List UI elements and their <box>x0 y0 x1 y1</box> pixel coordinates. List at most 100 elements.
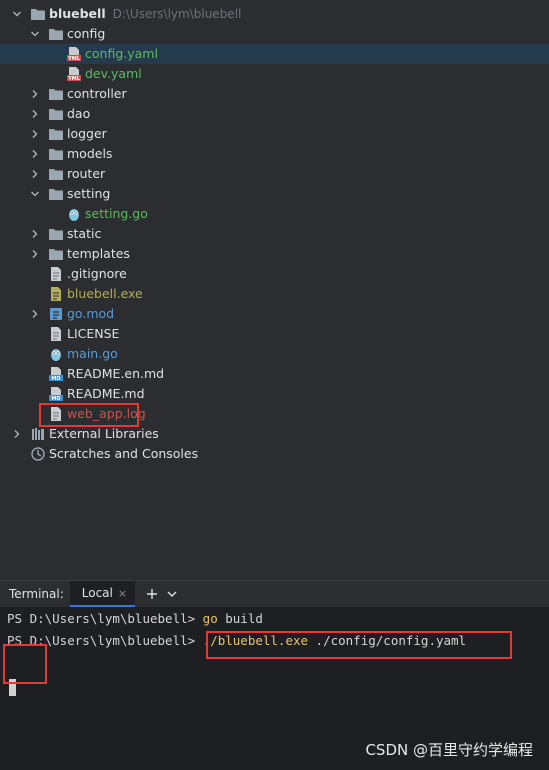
tree-item-templates[interactable]: templates <box>0 244 549 264</box>
tree-item-logger[interactable]: logger <box>0 124 549 144</box>
tree-item-models[interactable]: models <box>0 144 549 164</box>
svg-text:MD: MD <box>51 396 60 402</box>
tree-item-config[interactable]: config <box>0 24 549 44</box>
go-gopher-icon <box>48 346 64 362</box>
tree-item-main-go[interactable]: main.go <box>0 344 549 364</box>
tree-item-readme-en-md[interactable]: MD README.en.md <box>0 364 549 384</box>
tree-item-label: config.yaml <box>85 46 158 61</box>
watermark: CSDN @百里守约学编程 <box>365 741 533 759</box>
new-terminal-button[interactable] <box>143 585 161 603</box>
tree-item-label: Scratches and Consoles <box>49 446 199 461</box>
text-file-icon <box>48 406 64 422</box>
yaml-file-icon: YML <box>66 46 82 62</box>
terminal-prompt: PS D:\Users\lym\bluebell> <box>7 611 203 626</box>
tree-item-label: templates <box>67 246 130 261</box>
terminal-command: go <box>202 611 218 626</box>
tree-item-external-libraries[interactable]: External Libraries <box>0 424 549 444</box>
chevron-right-icon[interactable] <box>30 89 40 99</box>
tree-item-label: static <box>67 226 102 241</box>
folder-icon <box>48 186 64 202</box>
tree-item-label: logger <box>67 126 107 141</box>
chevron-right-icon[interactable] <box>30 169 40 179</box>
tree-item-license[interactable]: LICENSE <box>0 324 549 344</box>
libraries-icon <box>30 426 46 442</box>
folder-icon <box>48 106 64 122</box>
tree-item-label: bluebell.exe <box>67 286 143 301</box>
tab-local[interactable]: Local × <box>69 581 136 607</box>
tree-item-label: go.mod <box>67 306 115 321</box>
go-mod-icon <box>48 306 64 322</box>
tree-item-controller[interactable]: controller <box>0 84 549 104</box>
tree-item-label: web_app.log <box>67 406 146 421</box>
tree-item-dao[interactable]: dao <box>0 104 549 124</box>
tree-item-setting-go[interactable]: setting.go <box>0 204 549 224</box>
scratches-icon <box>30 446 46 462</box>
tree-item-label: README.en.md <box>67 366 165 381</box>
text-file-icon <box>48 326 64 342</box>
close-icon[interactable]: × <box>118 587 127 600</box>
chevron-right-icon[interactable] <box>30 309 40 319</box>
terminal-args: build <box>217 611 263 626</box>
tree-item-config-yaml[interactable]: YML config.yaml <box>0 44 549 64</box>
terminal-cursor <box>9 679 16 696</box>
chevron-right-icon[interactable] <box>30 129 40 139</box>
folder-icon <box>48 86 64 102</box>
folder-icon <box>48 146 64 162</box>
tree-item-gitignore[interactable]: .gitignore <box>0 264 549 284</box>
project-tree: bluebell D:\Users\lym\bluebell config YML… <box>0 4 549 476</box>
chevron-right-icon[interactable] <box>30 249 40 259</box>
go-gopher-icon <box>66 206 82 222</box>
tree-item-label: LICENSE <box>67 326 120 341</box>
yaml-file-icon: YML <box>66 66 82 82</box>
tree-item-label: config <box>67 26 106 41</box>
chevron-down-icon[interactable] <box>30 29 40 39</box>
project-name: bluebell <box>49 6 106 21</box>
tree-root-bluebell[interactable]: bluebell D:\Users\lym\bluebell <box>0 4 549 24</box>
tree-item-web-app-log[interactable]: web_app.log <box>0 404 549 424</box>
tree-item-go-mod[interactable]: go.mod <box>0 304 549 324</box>
folder-icon <box>30 6 46 22</box>
chevron-down-icon[interactable] <box>12 9 22 19</box>
tree-item-label: README.md <box>67 386 145 401</box>
chevron-right-icon[interactable] <box>30 109 40 119</box>
tree-item-readme-md[interactable]: MD README.md <box>0 384 549 404</box>
chevron-down-icon <box>167 591 177 597</box>
tree-item-static[interactable]: static <box>0 224 549 244</box>
folder-icon <box>48 246 64 262</box>
terminal-prompt: PS D:\Users\lym\bluebell> <box>7 633 203 648</box>
tree-item-label: dao <box>67 106 91 121</box>
svg-text:YML: YML <box>67 56 81 62</box>
chevron-down-icon[interactable] <box>30 189 40 199</box>
tree-item-dev-yaml[interactable]: YML dev.yaml <box>0 64 549 84</box>
terminal-command: ./bluebell.exe <box>202 633 309 648</box>
plus-icon <box>147 589 158 599</box>
terminal-dropdown-button[interactable] <box>163 585 181 603</box>
text-file-icon <box>48 266 64 282</box>
tree-item-label: main.go <box>67 346 118 361</box>
tab-local-label: Local <box>81 586 113 600</box>
folder-icon <box>48 226 64 242</box>
tree-item-bluebell-exe[interactable]: bluebell.exe <box>0 284 549 304</box>
terminal-line: PS D:\Users\lym\bluebell> ./bluebell.exe… <box>7 632 466 650</box>
tree-item-setting[interactable]: setting <box>0 184 549 204</box>
svg-text:YML: YML <box>67 76 81 82</box>
tree-item-label: External Libraries <box>49 426 159 441</box>
markdown-file-icon: MD <box>48 386 64 402</box>
executable-file-icon <box>48 286 64 302</box>
terminal-title: Terminal: <box>9 587 64 601</box>
svg-text:MD: MD <box>51 376 60 382</box>
tree-item-label: .gitignore <box>67 266 127 281</box>
tree-item-label: setting <box>67 186 111 201</box>
tree-item-router[interactable]: router <box>0 164 549 184</box>
tree-item-scratches-and-consoles[interactable]: Scratches and Consoles <box>0 444 549 464</box>
tree-item-label: setting.go <box>85 206 148 221</box>
markdown-file-icon: MD <box>48 366 64 382</box>
tree-item-label: controller <box>67 86 127 101</box>
chevron-right-icon[interactable] <box>30 229 40 239</box>
chevron-right-icon[interactable] <box>30 149 40 159</box>
project-path: D:\Users\lym\bluebell <box>112 7 242 21</box>
chevron-right-icon[interactable] <box>12 429 22 439</box>
terminal-args: ./config/config.yaml <box>308 633 467 648</box>
folder-icon <box>48 166 64 182</box>
tree-item-label: models <box>67 146 113 161</box>
